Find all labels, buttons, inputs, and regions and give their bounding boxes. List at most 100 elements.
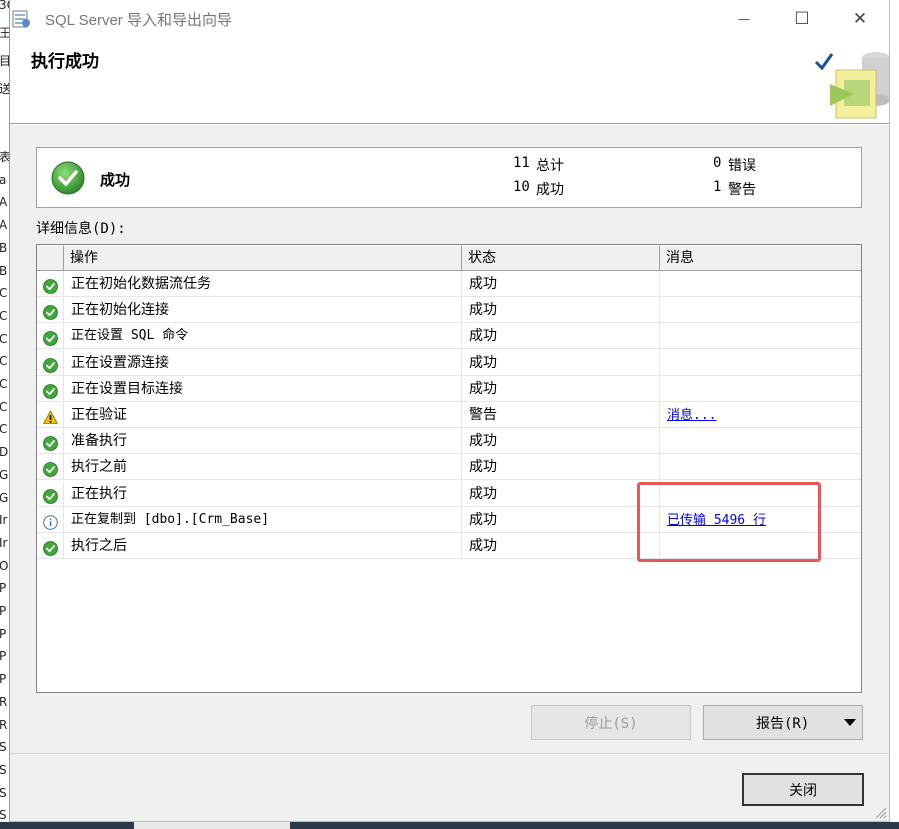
background-text: R — [0, 694, 8, 709]
row-icon-cell — [37, 428, 64, 455]
stop-button[interactable]: 停止(S) — [531, 705, 691, 740]
row-message — [660, 376, 861, 402]
background-text: D — [0, 445, 9, 460]
error-label: 错误 — [728, 158, 756, 174]
table-row[interactable]: 正在验证 警告 消息... — [37, 402, 861, 428]
maximize-button[interactable]: ☐ — [773, 0, 831, 38]
success-icon — [43, 460, 58, 478]
background-text: S — [0, 785, 7, 800]
background-text: C — [0, 422, 8, 437]
success-large-icon — [51, 161, 85, 195]
stop-button-label: 停止(S) — [584, 715, 638, 732]
row-action: 正在执行 — [64, 480, 462, 507]
summary-panel: 成功 11 总计 10 成功 0 错误 1 警告 — [36, 147, 862, 208]
resize-grip-icon[interactable] — [873, 805, 887, 819]
background-text: Ir — [0, 535, 8, 550]
background-text: A — [0, 195, 8, 210]
row-icon-cell — [37, 323, 64, 350]
row-status: 成功 — [462, 428, 660, 455]
title-bar: SQL Server 导入和导出向导 — ☐ ✕ — [10, 0, 889, 38]
column-header-status[interactable]: 状态 — [462, 245, 660, 270]
background-text: a — [0, 172, 7, 187]
background-text: G — [0, 490, 9, 505]
table-row[interactable]: 正在设置 SQL 命令 成功 — [37, 323, 861, 350]
success-icon — [43, 434, 58, 452]
background-text: C — [0, 377, 8, 391]
row-status: 成功 — [462, 297, 660, 324]
background-text: R — [0, 717, 8, 732]
row-status: 成功 — [462, 533, 660, 559]
row-status: 警告 — [462, 402, 660, 428]
row-message — [660, 323, 861, 349]
warning-count: 1 — [713, 179, 722, 195]
row-status: 成功 — [462, 323, 660, 350]
row-status: 成功 — [462, 349, 660, 376]
wizard-logo-icon — [814, 52, 889, 119]
row-icon-cell — [37, 506, 64, 533]
background-text: S — [0, 740, 7, 755]
row-icon-cell — [37, 454, 64, 481]
import-export-wizard-dialog: SQL Server 导入和导出向导 — ☐ ✕ 执行成功 成功 11 总计 1… — [9, 0, 890, 822]
background-text: P — [0, 581, 7, 596]
column-header-action[interactable]: 操作 — [64, 245, 462, 270]
window-title: SQL Server 导入和导出向导 — [45, 12, 232, 29]
row-message — [660, 454, 861, 480]
success-icon — [43, 382, 58, 399]
table-row[interactable]: 准备执行 成功 — [37, 428, 861, 455]
column-header-icon — [37, 245, 64, 270]
row-message — [660, 428, 861, 454]
background-text: P — [0, 672, 7, 687]
table-row[interactable]: 正在初始化数据流任务 成功 — [37, 271, 861, 297]
background-text: P — [0, 604, 7, 618]
close-button[interactable]: 关闭 — [742, 773, 864, 806]
row-action: 执行之前 — [64, 454, 462, 481]
success-icon — [43, 329, 58, 347]
warning-icon — [43, 408, 58, 424]
row-action: 正在设置源连接 — [64, 349, 462, 376]
warning-label: 警告 — [728, 182, 756, 198]
table-row[interactable]: 正在设置目标连接 成功 — [37, 375, 861, 402]
header-divider — [10, 123, 889, 125]
row-status: 成功 — [462, 480, 660, 507]
background-text: C — [0, 331, 8, 346]
close-icon: ✕ — [852, 9, 868, 29]
message-link[interactable]: 消息... — [667, 408, 716, 423]
row-action: 正在复制到 [dbo].[Crm_Base] — [64, 506, 462, 533]
row-action: 正在设置目标连接 — [64, 375, 462, 402]
row-message — [660, 297, 861, 323]
grid-header: 操作 状态 消息 — [37, 245, 861, 271]
table-row[interactable]: 执行之前 成功 — [37, 454, 861, 481]
minimize-icon: — — [738, 12, 750, 26]
background-text: S — [0, 808, 7, 823]
row-message: 消息... — [660, 402, 861, 428]
highlight-box — [637, 482, 821, 562]
table-row[interactable]: 正在设置源连接 成功 — [37, 349, 861, 376]
minimize-button[interactable]: — — [715, 0, 773, 38]
row-icon-cell — [37, 402, 64, 428]
close-window-button[interactable]: ✕ — [831, 0, 889, 38]
background-text: Ir — [0, 513, 8, 528]
report-button[interactable]: 报告(R) — [703, 705, 863, 740]
maximize-icon: ☐ — [794, 9, 810, 29]
background-text: A — [0, 218, 8, 233]
chevron-down-icon[interactable] — [844, 719, 856, 726]
row-icon-cell — [37, 533, 64, 559]
details-grid[interactable]: 操作 状态 消息 正在初始化数据流任务 成功 正在初始化连接 成功 正在设置 SQL 命… — [36, 244, 862, 693]
total-label: 总计 — [536, 158, 564, 174]
row-message — [660, 350, 861, 376]
background-text: B — [0, 240, 8, 255]
error-count: 0 — [713, 155, 722, 171]
row-action: 准备执行 — [64, 428, 462, 455]
column-header-message[interactable]: 消息 — [660, 245, 861, 270]
row-action: 执行之后 — [64, 533, 462, 559]
background-text: C — [0, 399, 8, 414]
row-message — [660, 271, 861, 297]
table-row[interactable]: 正在初始化连接 成功 — [37, 297, 861, 324]
close-button-label: 关闭 — [789, 782, 817, 799]
row-action: 正在初始化数据流任务 — [64, 271, 462, 297]
success-icon — [43, 539, 58, 556]
row-action: 正在设置 SQL 命令 — [64, 323, 462, 350]
row-icon-cell — [37, 375, 64, 402]
success-icon — [43, 303, 58, 321]
footer-divider — [10, 753, 889, 754]
